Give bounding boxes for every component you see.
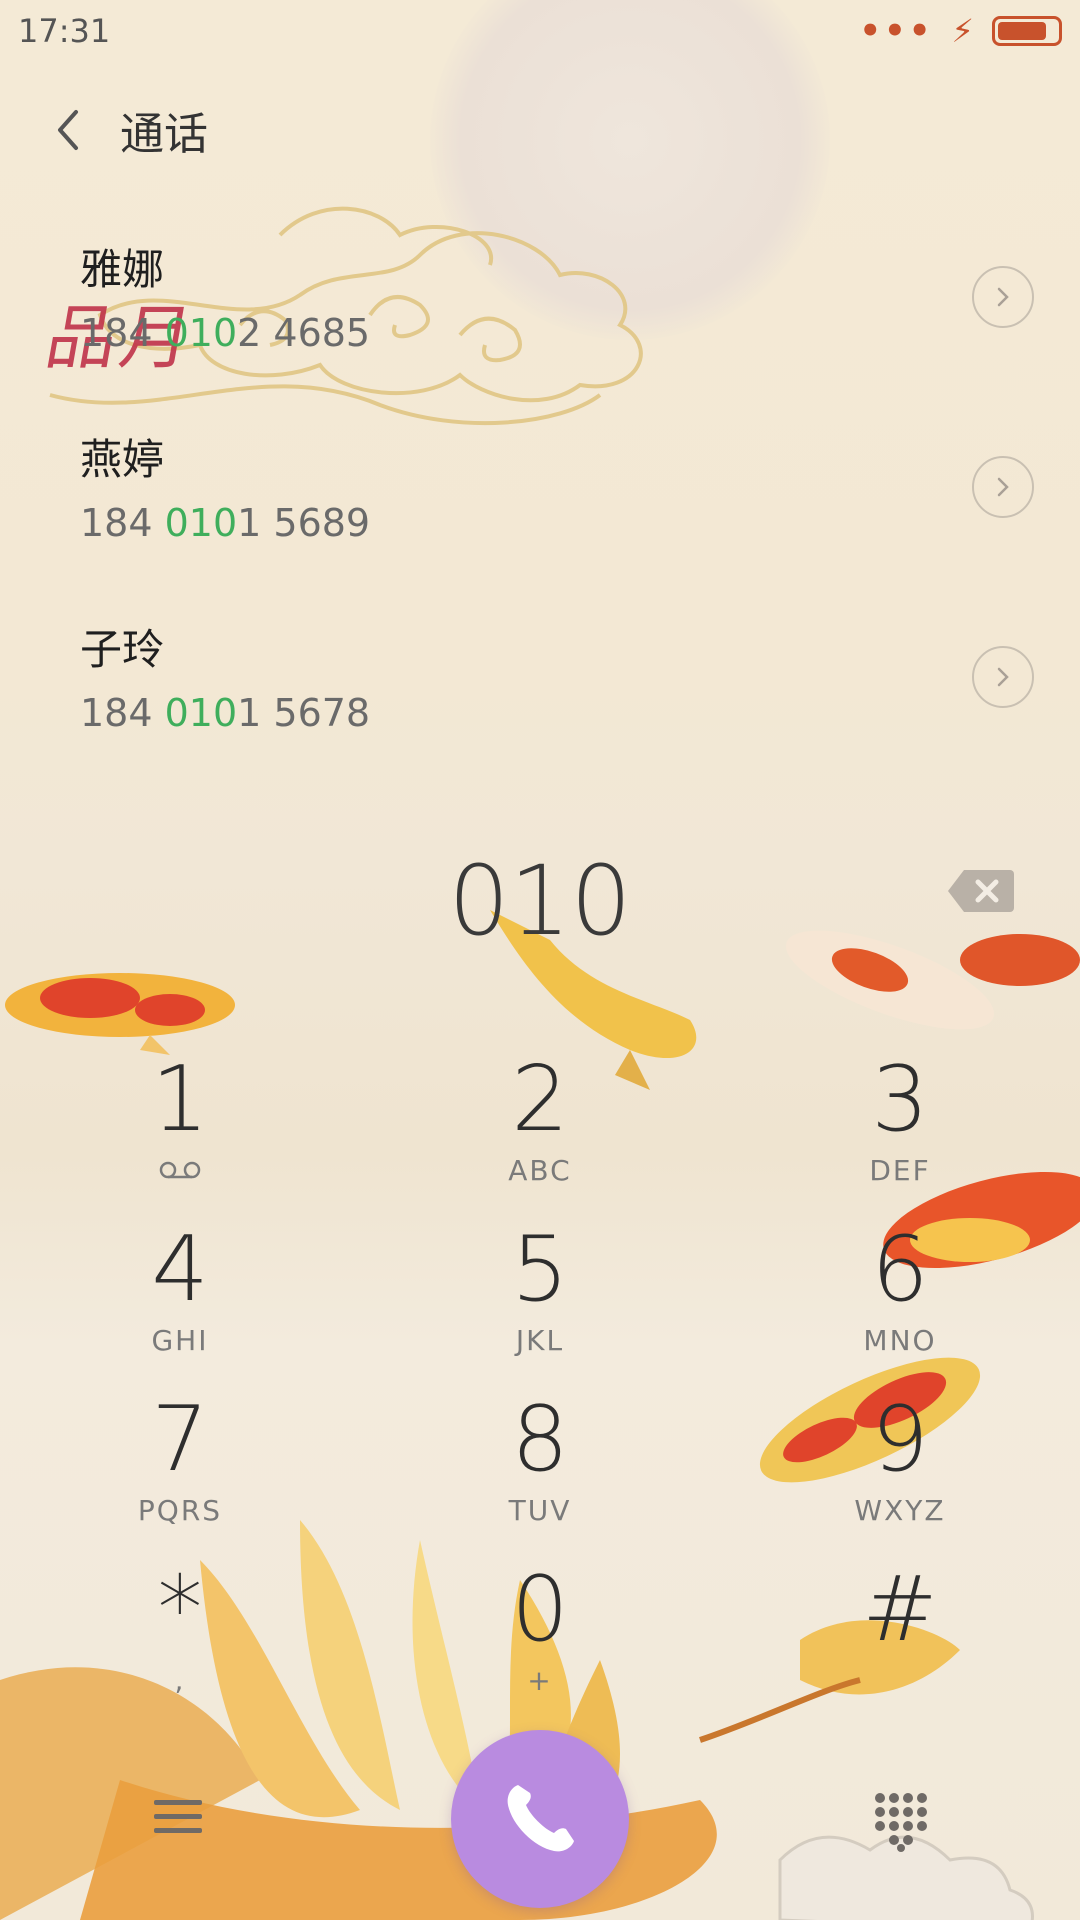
key-digit: *	[157, 1557, 203, 1662]
key-letters: +	[527, 1664, 553, 1697]
contact-number-match: 010	[164, 501, 238, 545]
contact-name: 子玲	[80, 625, 165, 674]
key-letters: MNO	[863, 1324, 937, 1357]
contact-number-match: 010	[164, 311, 238, 355]
contact-item[interactable]: 雅娜 184 0102 4685	[0, 220, 1080, 410]
key-letters: WXYZ	[854, 1494, 946, 1527]
contact-number-suffix: 1 5678	[237, 691, 371, 735]
key-digit: 9	[871, 1387, 929, 1492]
key-digit: 4	[151, 1217, 209, 1322]
contact-name: 燕婷	[80, 435, 165, 484]
key-digit: #	[862, 1557, 938, 1662]
dialed-number-display[interactable]: 010	[0, 845, 1080, 957]
contact-number: 184 0101 5678	[80, 691, 1080, 735]
key-2[interactable]: 2 ABC	[360, 1050, 720, 1220]
status-time: 17:31	[18, 12, 111, 50]
key-8[interactable]: 8 TUV	[360, 1390, 720, 1560]
contact-number-prefix: 184	[80, 691, 165, 735]
key-hash[interactable]: #	[720, 1560, 1080, 1730]
chevron-right-icon	[997, 287, 1009, 307]
key-letters: PQRS	[137, 1494, 223, 1527]
contact-number-prefix: 184	[80, 311, 165, 355]
key-1[interactable]: 1	[0, 1050, 360, 1220]
key-5[interactable]: 5 JKL	[360, 1220, 720, 1390]
contact-number-prefix: 184	[80, 501, 165, 545]
contact-detail-button[interactable]	[972, 456, 1034, 518]
backspace-icon[interactable]	[946, 868, 1014, 914]
back-arrow-icon[interactable]	[42, 100, 102, 160]
contact-number: 184 0101 5689	[80, 501, 1080, 545]
contact-item[interactable]: 燕婷 184 0101 5689	[0, 410, 1080, 600]
phone-icon	[507, 1785, 574, 1852]
key-star[interactable]: * ,	[0, 1560, 360, 1730]
dial-keypad: 1 2 ABC 3 DEF 4 GHI 5 JKL 6 MNO 7 PQRS 8…	[0, 1050, 1080, 1730]
key-9[interactable]: 9 WXYZ	[720, 1390, 1080, 1560]
key-letters: ABC	[508, 1154, 572, 1187]
koi-fish-decoration	[5, 973, 235, 1055]
key-digit: 7	[151, 1387, 209, 1492]
key-digit: 5	[511, 1217, 569, 1322]
chevron-right-icon	[997, 667, 1009, 687]
signal-dots-icon: •••	[859, 11, 934, 51]
chevron-right-icon	[997, 477, 1009, 497]
contact-number-match: 010	[164, 691, 238, 735]
contact-name: 雅娜	[80, 245, 165, 294]
key-digit: 0	[511, 1557, 569, 1662]
status-icons: ••• ⚡	[859, 11, 1062, 51]
contact-number-suffix: 2 4685	[237, 311, 371, 355]
key-3[interactable]: 3 DEF	[720, 1050, 1080, 1220]
key-0[interactable]: 0 +	[360, 1560, 720, 1730]
charging-bolt-icon: ⚡	[951, 12, 974, 50]
key-digit: 1	[151, 1047, 209, 1152]
key-digit: 3	[871, 1047, 929, 1152]
contact-detail-button[interactable]	[972, 266, 1034, 328]
key-letters: JKL	[515, 1324, 565, 1357]
key-letters: TUV	[508, 1494, 572, 1527]
key-digit: 2	[511, 1047, 569, 1152]
key-digit: 8	[511, 1387, 569, 1492]
contact-detail-button[interactable]	[972, 646, 1034, 708]
key-letters: GHI	[151, 1324, 209, 1357]
keypad-toggle-icon[interactable]	[872, 1792, 928, 1852]
contact-number-suffix: 1 5689	[237, 501, 371, 545]
voicemail-icon	[159, 1161, 201, 1179]
status-bar: 17:31 ••• ⚡	[0, 0, 1080, 62]
contact-item[interactable]: 子玲 184 0101 5678	[0, 600, 1080, 790]
battery-icon	[992, 16, 1062, 46]
call-button[interactable]	[451, 1730, 629, 1908]
key-7[interactable]: 7 PQRS	[0, 1390, 360, 1560]
key-4[interactable]: 4 GHI	[0, 1220, 360, 1390]
page-title: 通话	[120, 109, 208, 160]
menu-icon[interactable]	[152, 1796, 206, 1838]
key-6[interactable]: 6 MNO	[720, 1220, 1080, 1390]
contact-suggestions-list: 雅娜 184 0102 4685 燕婷 184 0101 5689 子玲 184…	[0, 220, 1080, 790]
app-header: 通话	[0, 90, 208, 170]
key-letters: DEF	[869, 1154, 931, 1187]
contact-number: 184 0102 4685	[80, 311, 1080, 355]
key-letters: ,	[174, 1664, 186, 1697]
key-digit: 6	[871, 1217, 929, 1322]
